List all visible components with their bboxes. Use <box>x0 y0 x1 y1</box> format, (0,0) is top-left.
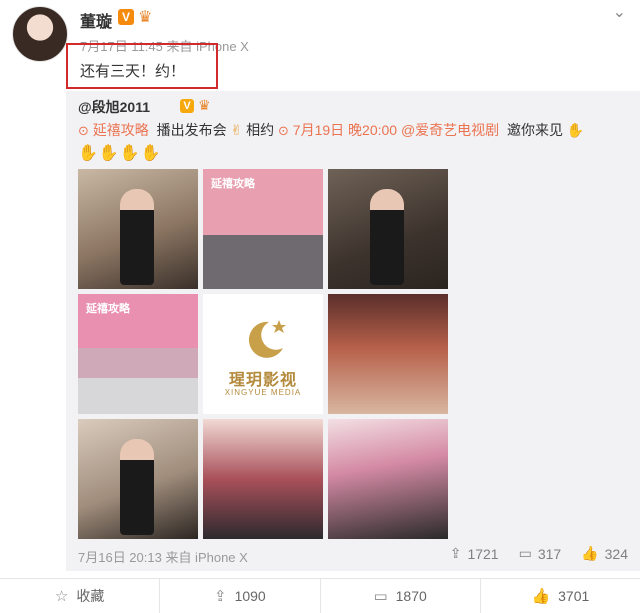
photo-thumbnail[interactable] <box>328 419 448 539</box>
comment-icon: ▭ <box>518 545 532 561</box>
moon-logo-icon <box>248 320 286 358</box>
repost-count-button[interactable]: ⇪ 1721 <box>450 545 499 562</box>
person-figure <box>370 189 404 285</box>
photo-thumbnail[interactable]: 延禧攻略 <box>78 294 198 414</box>
crown-icon: ♛ <box>138 9 153 26</box>
repost-count: 1721 <box>467 545 499 562</box>
photo-thumbnail[interactable] <box>328 294 448 414</box>
repost-author[interactable]: @段旭2011 <box>78 97 150 117</box>
date-link[interactable]: 7月19日 晚20:00 <box>293 122 397 138</box>
chevron-down-icon[interactable]: ⌄ <box>613 2 626 22</box>
clap-icons: ✋✋✋✋ <box>78 143 162 163</box>
photo-banner-text: 延禧攻略 <box>86 303 130 315</box>
highlight-annotation <box>66 43 218 89</box>
star-icon: ☆ <box>54 588 69 605</box>
like-icon: 👍 <box>581 545 599 561</box>
like-icon: 👍 <box>531 588 551 605</box>
comment-icon: ▭ <box>373 588 388 605</box>
photo-thumbnail[interactable] <box>78 419 198 539</box>
repost-button-count: 1090 <box>234 588 266 604</box>
like-button[interactable]: 👍 3701 <box>481 579 640 613</box>
repost-text-mid: 播出发布会 <box>156 122 227 138</box>
repost-icon: ⇪ <box>214 588 227 605</box>
comment-button-count: 1870 <box>395 588 427 604</box>
clap-icon: ✌ <box>230 122 243 138</box>
reposted-card: @段旭2011 V ♛ ⊙ 延禧攻略 播出发布会 ✌ 相约 ⊙ 7月19日 晚2… <box>66 91 640 571</box>
photo-thumbnail[interactable] <box>328 169 448 289</box>
photo-banner-text: 延禧攻略 <box>211 178 255 190</box>
weibo-post: 董璇 V ♛ ⌄ 7月17日 11:45 来自 iPhone X 还有三天！约！… <box>0 0 640 613</box>
clap-icon: ✋ <box>98 145 120 162</box>
comment-count-button[interactable]: ▭ 317 <box>519 545 562 562</box>
person-figure <box>120 439 154 535</box>
invite-text: 邀你来见 <box>506 122 563 138</box>
photo-thumbnail[interactable] <box>78 169 198 289</box>
comment-button[interactable]: ▭ 1870 <box>321 579 481 613</box>
repost-text: ⊙ 延禧攻略 播出发布会 ✌ 相约 ⊙ 7月19日 晚20:00 @爱奇艺电视剧… <box>78 120 584 140</box>
like-count-button[interactable]: 👍 324 <box>581 545 628 562</box>
topic-icon: ⊙ <box>78 123 89 138</box>
logo-subtext: XINGYUE MEDIA <box>224 388 302 397</box>
verified-badge-icon: V <box>118 9 134 25</box>
photo-thumbnail[interactable]: 延禧攻略 <box>203 169 323 289</box>
action-bar: ☆ 收藏 ⇪ 1090 ▭ 1870 👍 3701 <box>0 578 640 613</box>
photo-thumbnail[interactable] <box>203 419 323 539</box>
photo-grid: 延禧攻略 延禧攻略 瑆玥影视 XINGYUE MEDIA <box>78 169 450 541</box>
repost-meta: 7月16日 20:13 来自 iPhone X <box>78 550 248 565</box>
photo-thumbnail[interactable]: 瑆玥影视 XINGYUE MEDIA <box>203 294 323 414</box>
verified-badge-icon: V <box>180 99 194 113</box>
comment-count: 317 <box>537 545 562 562</box>
repost-icon: ⇪ <box>449 545 462 561</box>
crown-icon: ♛ <box>198 97 211 113</box>
like-button-count: 3701 <box>558 588 590 604</box>
mention-link[interactable]: @爱奇艺电视剧 <box>401 122 499 138</box>
avatar[interactable] <box>12 6 68 62</box>
author-name[interactable]: 董璇 <box>80 8 112 32</box>
clap-icon: ✋ <box>119 145 141 162</box>
topic-link[interactable]: 延禧攻略 <box>93 122 149 138</box>
clap-icon: ✋ <box>566 122 585 138</box>
logo-text: 瑆玥影视 <box>228 372 297 389</box>
clap-icon: ✋ <box>140 145 162 162</box>
favorite-label: 收藏 <box>76 588 105 604</box>
location-icon: ⊙ <box>277 123 289 138</box>
favorite-button[interactable]: ☆ 收藏 <box>0 579 161 613</box>
repost-button[interactable]: ⇪ 1090 <box>160 579 321 613</box>
person-figure <box>120 189 154 285</box>
like-count: 324 <box>604 545 628 562</box>
clap-icon: ✋ <box>78 145 99 162</box>
repost-text-after: 相约 <box>246 122 275 138</box>
repost-stats: ⇪ 1721 ▭ 317 👍 324 <box>450 545 628 562</box>
